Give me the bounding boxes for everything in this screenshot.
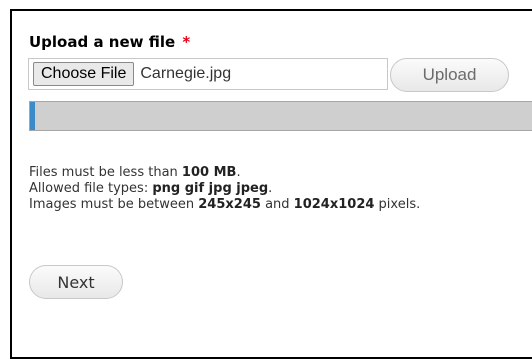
help-dimensions: Images must be between 245x245 and 1024x… — [29, 197, 420, 213]
upload-progress-bar — [29, 101, 532, 131]
help-types-value: png gif jpg jpeg — [152, 181, 269, 196]
help-dims-max: 1024x1024 — [293, 197, 375, 212]
help-file-types: Allowed file types: png gif jpg jpeg. — [29, 181, 420, 197]
help-dims-and: and — [260, 197, 294, 212]
upload-field-label: Upload a new file * — [29, 33, 190, 51]
upload-progress-fill — [30, 102, 36, 130]
upload-field-label-text: Upload a new file — [29, 33, 176, 51]
help-size-prefix: Files must be less than — [29, 165, 182, 180]
upload-help-text: Files must be less than 100 MB. Allowed … — [29, 165, 420, 213]
help-size-limit: Files must be less than 100 MB. — [29, 165, 420, 181]
next-button[interactable]: Next — [29, 265, 123, 299]
help-dims-min: 245x245 — [198, 197, 261, 212]
help-size-suffix: . — [236, 165, 241, 180]
choose-file-button[interactable]: Choose File — [33, 62, 135, 86]
help-types-suffix: . — [268, 181, 273, 196]
upload-button[interactable]: Upload — [390, 58, 509, 92]
selected-file-name: Carnegie.jpg — [140, 65, 232, 82]
required-marker: * — [182, 33, 191, 51]
help-types-prefix: Allowed file types: — [29, 181, 153, 196]
help-dims-prefix: Images must be between — [29, 197, 199, 212]
help-size-value: 100 MB — [181, 165, 237, 180]
file-input[interactable]: Choose File Carnegie.jpg — [28, 58, 388, 90]
help-dims-suffix: pixels. — [374, 197, 421, 212]
